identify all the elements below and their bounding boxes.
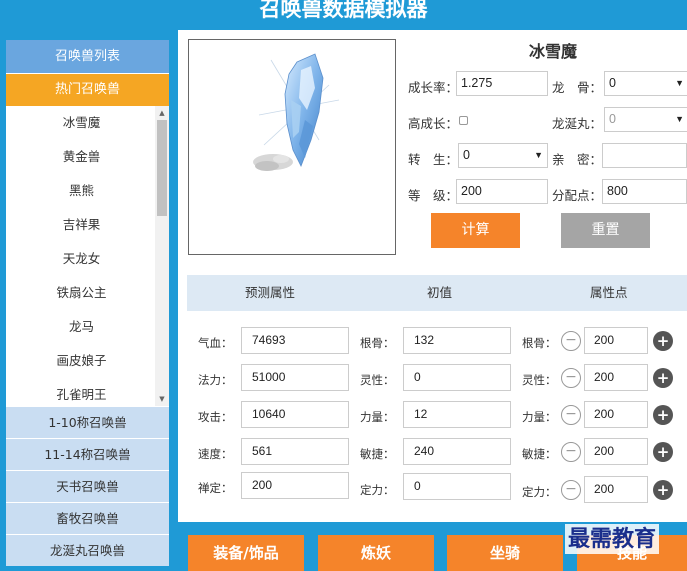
chevron-down-icon: ▼ xyxy=(675,78,684,88)
predicted-value: 51000 xyxy=(241,364,349,391)
chevron-down-icon: ▼ xyxy=(675,114,684,124)
calculate-button[interactable]: 计算 xyxy=(431,213,520,248)
reset-button[interactable]: 重置 xyxy=(561,213,650,248)
minus-circle-icon[interactable]: − xyxy=(561,480,581,500)
tab-mount[interactable]: 坐骑 xyxy=(447,535,563,571)
points-label: 分配点： xyxy=(552,188,603,203)
col-points: 属性点 xyxy=(590,285,628,300)
initial-input[interactable]: 132 xyxy=(403,327,511,354)
pet-item[interactable]: 天龙女 xyxy=(6,242,169,276)
col-predicted: 预测属性 xyxy=(245,285,296,300)
category-item[interactable]: 畜牧召唤兽 xyxy=(6,502,169,534)
page-title: 召唤兽数据模拟器 xyxy=(259,0,428,21)
initial-input[interactable]: 240 xyxy=(403,438,511,465)
scroll-up-icon[interactable]: ▲ xyxy=(157,108,167,118)
scroll-thumb[interactable] xyxy=(157,120,167,216)
pet-sidebar: 召唤兽列表 热门召唤兽 冰雪魔 黄金兽 黑熊 吉祥果 天龙女 铁扇公主 龙马 画… xyxy=(6,40,169,566)
minus-circle-icon[interactable]: − xyxy=(561,331,581,351)
category-item[interactable]: 11-14称召唤兽 xyxy=(6,438,169,470)
point-label: 定力： xyxy=(522,485,557,499)
initial-label: 灵性： xyxy=(360,373,395,387)
initial-label: 力量： xyxy=(360,410,395,424)
minus-circle-icon[interactable]: − xyxy=(561,442,581,462)
plus-circle-icon[interactable]: + xyxy=(653,480,673,500)
plus-circle-icon[interactable]: + xyxy=(653,442,673,462)
rebirth-value: 0 xyxy=(463,148,470,162)
dragon-pill-label: 龙涎丸： xyxy=(552,116,603,131)
sidebar-title: 召唤兽列表 xyxy=(6,40,169,74)
high-growth-label: 高成长： xyxy=(408,116,459,131)
pet-portrait xyxy=(188,39,396,255)
pet-item[interactable]: 黄金兽 xyxy=(6,140,169,174)
predicted-value: 10640 xyxy=(241,401,349,428)
predicted-label: 法力： xyxy=(198,373,233,387)
plus-circle-icon[interactable]: + xyxy=(653,331,673,351)
tab-refine[interactable]: 炼妖 xyxy=(318,535,434,571)
predicted-label: 气血： xyxy=(198,336,233,350)
hot-pets-header[interactable]: 热门召唤兽 xyxy=(6,74,169,106)
point-input[interactable]: 200 xyxy=(584,476,648,503)
scroll-down-icon[interactable]: ▼ xyxy=(157,394,167,404)
intimacy-input[interactable] xyxy=(602,143,687,168)
dragon-pill-select[interactable]: 0 ▼ xyxy=(604,107,687,132)
level-input[interactable]: 200 xyxy=(456,179,548,204)
pet-list-scrollbar[interactable]: ▲ ▼ xyxy=(155,106,169,406)
attribute-table-header: 预测属性 初值 属性点 xyxy=(187,275,687,311)
point-input[interactable]: 200 xyxy=(584,438,648,465)
dragon-bone-label: 龙 骨： xyxy=(552,80,603,95)
rebirth-select[interactable]: 0 ▼ xyxy=(458,143,548,168)
level-label: 等 级： xyxy=(408,188,459,203)
watermark: 最需教育 xyxy=(565,524,660,554)
point-label: 力量： xyxy=(522,410,557,424)
pet-name: 冰雪魔 xyxy=(528,42,577,61)
initial-label: 定力： xyxy=(360,483,395,497)
pet-item[interactable]: 吉祥果 xyxy=(6,208,169,242)
plus-circle-icon[interactable]: + xyxy=(653,405,673,425)
col-initial: 初值 xyxy=(427,285,453,300)
chevron-down-icon: ▼ xyxy=(534,150,543,160)
category-item[interactable]: 天书召唤兽 xyxy=(6,470,169,502)
initial-label: 根骨： xyxy=(360,336,395,350)
point-input[interactable]: 200 xyxy=(584,327,648,354)
point-label: 敏捷： xyxy=(522,447,557,461)
initial-input[interactable]: 0 xyxy=(403,364,511,391)
category-item[interactable]: 1-10称召唤兽 xyxy=(6,406,169,438)
predicted-label: 攻击： xyxy=(198,410,233,424)
intimacy-label: 亲 密： xyxy=(552,152,603,167)
dragon-bone-value: 0 xyxy=(609,76,616,90)
predicted-value: 200 xyxy=(241,472,349,499)
initial-input[interactable]: 12 xyxy=(403,401,511,428)
point-input[interactable]: 200 xyxy=(584,401,648,428)
growth-label: 成长率： xyxy=(408,80,459,95)
rebirth-label: 转 生： xyxy=(408,152,459,167)
predicted-value: 74693 xyxy=(241,327,349,354)
main-panel: 冰雪魔 成长率： 1.275 龙 骨： 0 ▼ 高成长： 龙涎丸： 0 ▼ 转 … xyxy=(178,30,687,522)
dragon-pill-value: 0 xyxy=(609,112,616,126)
tab-equipment[interactable]: 装备/饰品 xyxy=(188,535,304,571)
pet-item[interactable]: 黑熊 xyxy=(6,174,169,208)
point-label: 根骨： xyxy=(522,336,557,350)
dragon-bone-select[interactable]: 0 ▼ xyxy=(604,71,687,96)
minus-circle-icon[interactable]: − xyxy=(561,368,581,388)
pet-item[interactable]: 龙马 xyxy=(6,310,169,344)
minus-circle-icon[interactable]: − xyxy=(561,405,581,425)
point-label: 灵性： xyxy=(522,373,557,387)
initial-label: 敏捷： xyxy=(360,447,395,461)
pet-item[interactable]: 孔雀明王 xyxy=(6,378,169,406)
points-input[interactable]: 800 xyxy=(602,179,687,204)
point-input[interactable]: 200 xyxy=(584,364,648,391)
growth-input[interactable]: 1.275 xyxy=(456,71,548,96)
initial-input[interactable]: 0 xyxy=(403,473,511,500)
pet-item[interactable]: 画皮娘子 xyxy=(6,344,169,378)
pet-item[interactable]: 铁扇公主 xyxy=(6,276,169,310)
category-item[interactable]: 龙涎丸召唤兽 xyxy=(6,534,169,566)
plus-circle-icon[interactable]: + xyxy=(653,368,673,388)
high-growth-checkbox[interactable] xyxy=(459,116,468,125)
pet-item[interactable]: 冰雪魔 xyxy=(6,106,169,140)
ice-pet-image xyxy=(253,53,340,171)
predicted-label: 速度： xyxy=(198,447,233,461)
predicted-label: 禅定： xyxy=(198,481,233,495)
predicted-value: 561 xyxy=(241,438,349,465)
pet-list: 冰雪魔 黄金兽 黑熊 吉祥果 天龙女 铁扇公主 龙马 画皮娘子 孔雀明王 ▲ ▼ xyxy=(6,106,169,406)
